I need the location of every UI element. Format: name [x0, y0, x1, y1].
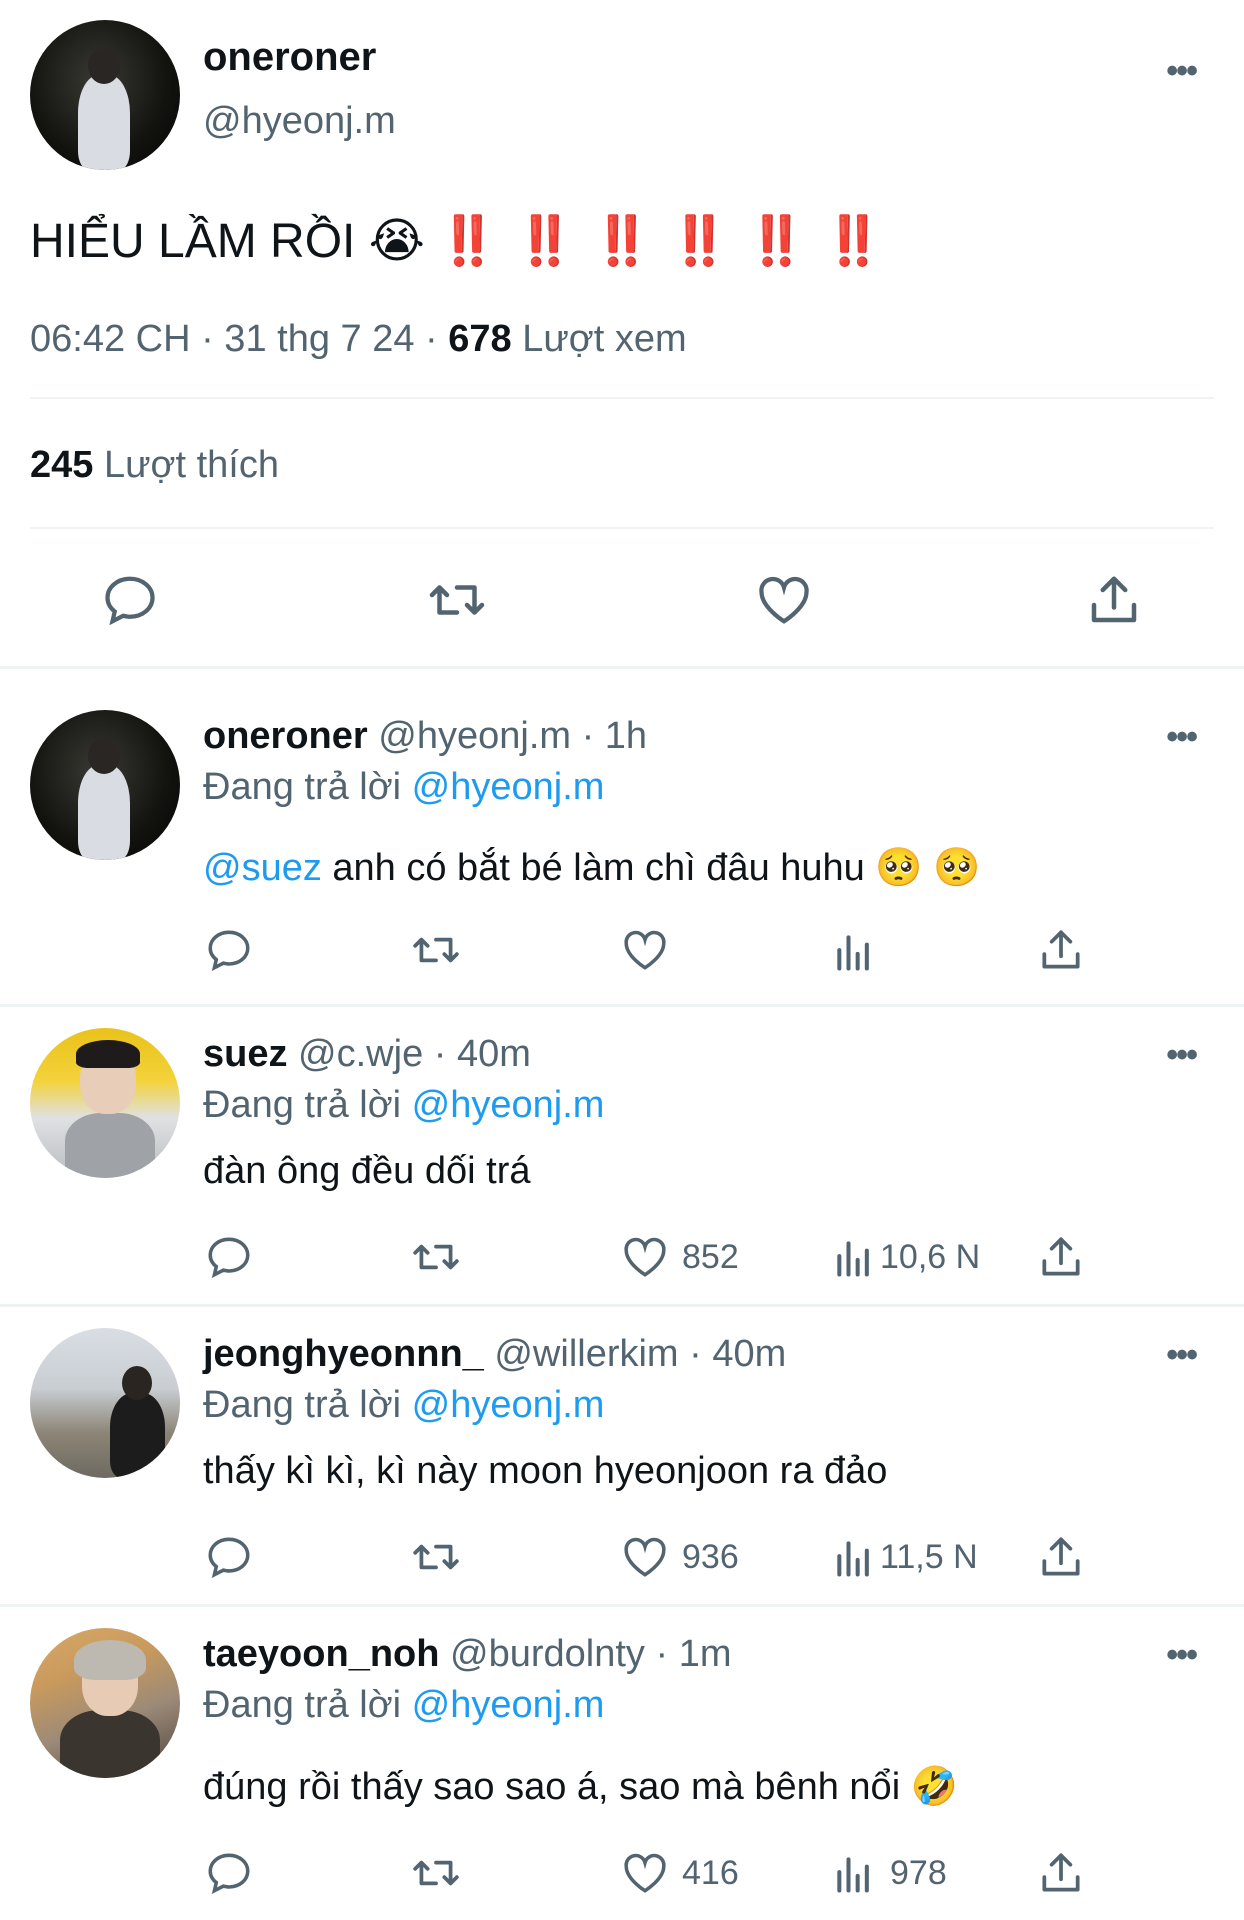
share-icon[interactable] — [1036, 925, 1086, 975]
reply-header: suez @c.wje · 40m — [203, 1033, 531, 1076]
reply-header: oneroner @hyeonj.m · 1h — [203, 715, 647, 758]
double-exclamation-icons: ‼️ ‼️ ‼️ ‼️ ‼️ ‼️ — [438, 215, 886, 268]
share-icon[interactable] — [1036, 1232, 1086, 1282]
share-icon[interactable] — [1036, 1532, 1086, 1582]
like-icon[interactable] — [754, 570, 814, 630]
more-options-icon[interactable]: ••• — [1166, 52, 1198, 91]
retweet-icon[interactable] — [408, 1232, 464, 1282]
display-name[interactable]: oneroner — [203, 35, 376, 80]
reply-header: taeyoon_noh @burdolnty · 1m — [203, 1633, 732, 1676]
replying-mention[interactable]: @hyeonj.m — [412, 1384, 605, 1426]
display-name[interactable]: suez — [203, 1033, 287, 1075]
more-options-icon[interactable]: ••• — [1166, 1336, 1198, 1375]
handle-time[interactable]: @burdolnty · 1m — [450, 1633, 731, 1675]
like-icon[interactable] — [620, 1232, 670, 1282]
more-options-icon[interactable]: ••• — [1166, 718, 1198, 757]
avatar[interactable] — [30, 20, 180, 170]
like-count: 852 — [682, 1238, 739, 1276]
replying-label: Đang trả lời — [203, 1684, 402, 1726]
avatar[interactable] — [30, 710, 180, 860]
reply-icon[interactable] — [204, 1848, 254, 1898]
like-icon[interactable] — [620, 1532, 670, 1582]
replying-label: Đang trả lời — [203, 766, 402, 808]
handle[interactable]: @hyeonj.m — [203, 100, 396, 143]
likes-label: Lượt thích — [103, 444, 279, 486]
replying-mention[interactable]: @hyeonj.m — [412, 1684, 605, 1726]
views-label: Lượt xem — [522, 318, 687, 360]
likes-count: 245 — [30, 444, 94, 486]
reply-text: đúng rồi thấy sao sao á, sao mà bênh nổi… — [203, 1765, 958, 1809]
handle-time[interactable]: @hyeonj.m · 1h — [378, 715, 647, 757]
replying-label: Đang trả lời — [203, 1084, 402, 1126]
divider — [0, 1604, 1244, 1607]
more-options-icon[interactable]: ••• — [1166, 1036, 1198, 1075]
tweet-meta: 06:42 CH · 31 thg 7 24 · 678 Lượt xem — [30, 318, 687, 361]
views-count: 10,6 N — [880, 1238, 981, 1276]
replying-label: Đang trả lời — [203, 1384, 402, 1426]
share-icon[interactable] — [1084, 570, 1144, 630]
replying-to: Đang trả lời @hyeonj.m — [203, 1084, 604, 1127]
mention-link[interactable]: @suez — [203, 847, 322, 889]
reply-icon[interactable] — [204, 925, 254, 975]
avatar[interactable] — [30, 1328, 180, 1478]
like-count: 936 — [682, 1538, 739, 1576]
retweet-icon[interactable] — [424, 570, 490, 630]
views-count: 678 — [448, 318, 512, 360]
more-options-icon[interactable]: ••• — [1166, 1636, 1198, 1675]
display-name[interactable]: oneroner — [203, 715, 368, 757]
reply-text: thấy kì kì, kì này moon hyeonjoon ra đảo — [203, 1450, 887, 1493]
views-icon[interactable] — [832, 1536, 876, 1580]
tweet-text-main: HIỂU LẦM RỒI — [30, 215, 356, 268]
handle-time[interactable]: @willerkim · 40m — [494, 1333, 786, 1375]
reply-icon[interactable] — [100, 570, 160, 630]
tweet-text: HIỂU LẦM RỒI 😭 ‼️ ‼️ ‼️ ‼️ ‼️ ‼️ — [30, 212, 885, 269]
like-icon[interactable] — [620, 925, 670, 975]
views-count: 978 — [890, 1854, 947, 1892]
views-icon[interactable] — [832, 1852, 876, 1896]
replying-to: Đang trả lời @hyeonj.m — [203, 766, 604, 809]
replying-mention[interactable]: @hyeonj.m — [412, 1084, 605, 1126]
replying-to: Đang trả lời @hyeonj.m — [203, 1384, 604, 1427]
replying-to: Đang trả lời @hyeonj.m — [203, 1684, 604, 1727]
reply-text: @suez anh có bắt bé làm chì đâu huhu 🥺 🥺 — [203, 846, 981, 890]
reply-body: đúng rồi thấy sao sao á, sao mà bênh nổi… — [203, 1766, 959, 1808]
reply-icon[interactable] — [204, 1232, 254, 1282]
retweet-icon[interactable] — [408, 925, 464, 975]
reply-body: thấy kì kì, kì này moon hyeonjoon ra đảo — [203, 1450, 888, 1492]
share-icon[interactable] — [1036, 1848, 1086, 1898]
divider — [0, 1004, 1244, 1007]
divider — [0, 666, 1244, 669]
retweet-icon[interactable] — [408, 1848, 464, 1898]
reply-body: đàn ông đều dối trá — [203, 1150, 531, 1192]
reply-text: đàn ông đều dối trá — [203, 1150, 531, 1193]
views-count: 11,5 N — [880, 1538, 978, 1576]
timestamp: 06:42 CH · 31 thg 7 24 · — [30, 318, 438, 360]
avatar[interactable] — [30, 1628, 180, 1778]
reply-icon[interactable] — [204, 1532, 254, 1582]
display-name[interactable]: taeyoon_noh — [203, 1633, 439, 1675]
views-icon[interactable] — [832, 1236, 876, 1280]
reply-body: anh có bắt bé làm chì đâu huhu 🥺 🥺 — [332, 847, 981, 889]
views-icon[interactable] — [832, 930, 876, 974]
avatar[interactable] — [30, 1028, 180, 1178]
divider — [30, 527, 1214, 529]
divider — [30, 397, 1214, 399]
display-name[interactable]: jeonghyeonnn_ — [203, 1333, 484, 1375]
retweet-icon[interactable] — [408, 1532, 464, 1582]
replying-mention[interactable]: @hyeonj.m — [412, 766, 605, 808]
divider — [0, 1304, 1244, 1307]
handle-time[interactable]: @c.wje · 40m — [298, 1033, 531, 1075]
like-count: 416 — [682, 1854, 739, 1892]
reply-header: jeonghyeonnn_ @willerkim · 40m — [203, 1333, 786, 1376]
crying-emoji-icon: 😭 — [368, 215, 425, 268]
likes-summary[interactable]: 245 Lượt thích — [30, 444, 279, 487]
like-icon[interactable] — [620, 1848, 670, 1898]
